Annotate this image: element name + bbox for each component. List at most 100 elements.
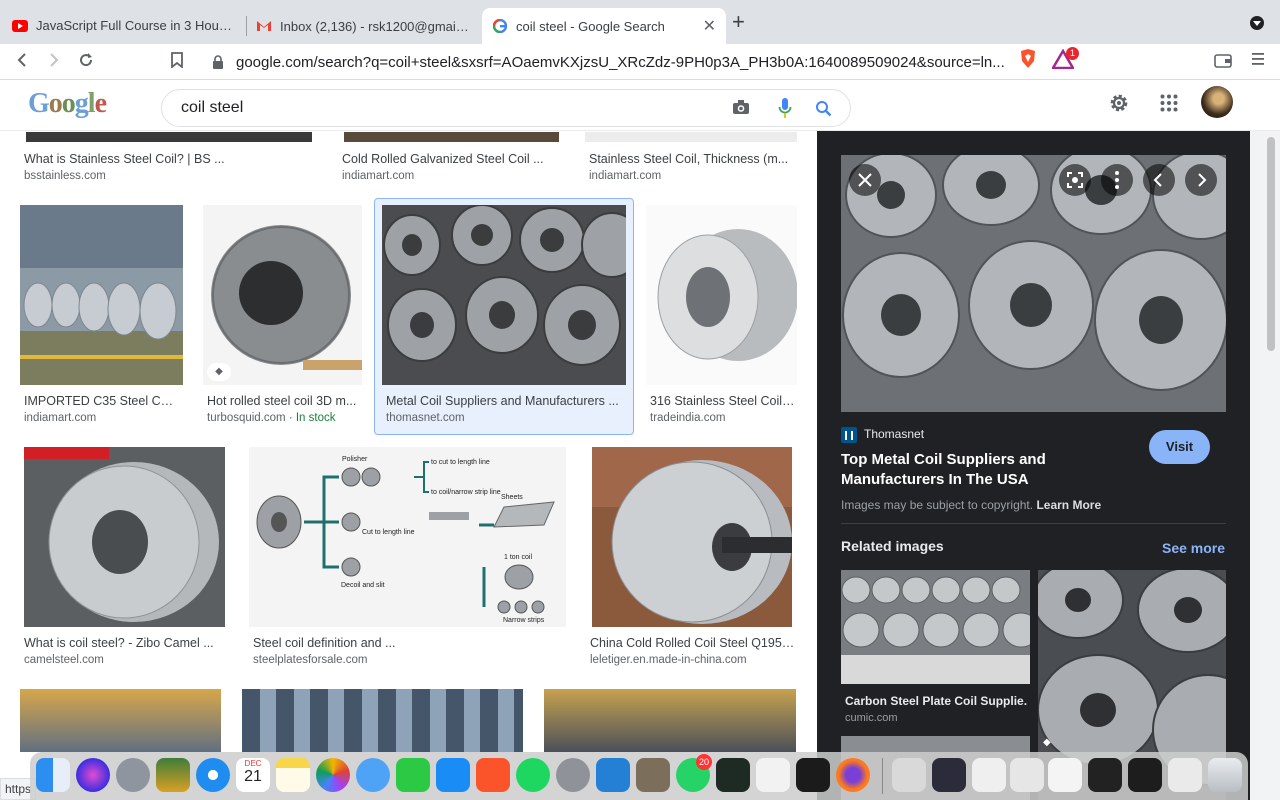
finder-icon[interactable] <box>36 758 70 792</box>
vscode-icon[interactable] <box>596 758 630 792</box>
menu-icon[interactable] <box>1252 51 1264 72</box>
back-icon[interactable] <box>14 52 30 72</box>
result-image[interactable] <box>242 689 523 752</box>
apps-grid-icon[interactable] <box>1160 94 1178 117</box>
reload-icon[interactable] <box>78 52 94 72</box>
textedit-icon[interactable] <box>756 758 790 792</box>
diagram-label: Cut to length line <box>362 529 415 536</box>
brave-rewards-icon[interactable]: 1 <box>1050 47 1080 71</box>
result-image[interactable] <box>592 447 792 627</box>
address-bar[interactable]: google.com/search?q=coil+steel&sxsrf=AOa… <box>200 47 1012 77</box>
result-image[interactable] <box>20 689 221 752</box>
bookmark-icon[interactable] <box>170 52 184 72</box>
result-caption[interactable]: Steel coil definition and ... <box>253 636 563 650</box>
tab-google-search[interactable]: coil steel - Google Search ✕ <box>482 8 726 44</box>
search-box[interactable]: coil steel <box>161 89 851 127</box>
tab-search-icon[interactable] <box>1250 16 1264 30</box>
diagram-label: to cut to length line <box>431 459 490 466</box>
image-results: What is Stainless Steel Coil? | BS ... b… <box>0 132 817 752</box>
photos-icon[interactable] <box>316 758 350 792</box>
result-caption[interactable]: Cold Rolled Galvanized Steel Coil ... <box>342 152 562 166</box>
result-caption[interactable]: What is Stainless Steel Coil? | BS ... <box>24 152 314 166</box>
result-caption[interactable]: IMPORTED C35 Steel Coil, ... <box>24 394 180 408</box>
gimp-icon[interactable] <box>636 758 670 792</box>
new-tab-icon[interactable]: + <box>732 10 745 34</box>
siri-icon[interactable] <box>76 758 110 792</box>
microphone-icon[interactable] <box>778 97 792 124</box>
result-image[interactable]: Polisher to cut to length line to coil/n… <box>249 447 566 627</box>
result-image[interactable] <box>344 132 559 142</box>
spotify-icon[interactable] <box>516 758 550 792</box>
activity-monitor-icon[interactable] <box>716 758 750 792</box>
trash-icon[interactable] <box>1208 758 1242 792</box>
camera-search-icon[interactable] <box>732 99 750 120</box>
terminal-icon[interactable] <box>796 758 830 792</box>
scrollbar-thumb[interactable] <box>1267 137 1275 351</box>
safari-icon[interactable] <box>196 758 230 792</box>
result-source: thomasnet.com <box>386 412 465 424</box>
panel-title[interactable]: Top Metal Coil Suppliers and Manufacture… <box>841 450 1141 490</box>
firefox-icon[interactable] <box>836 758 870 792</box>
minimized-window-3[interactable] <box>972 758 1006 792</box>
minimized-window-5[interactable] <box>1048 758 1082 792</box>
result-image[interactable] <box>20 205 183 385</box>
settings-gear-icon[interactable] <box>1108 92 1130 119</box>
visit-button[interactable]: Visit <box>1149 430 1210 464</box>
minimized-window-4[interactable] <box>1010 758 1044 792</box>
search-input[interactable]: coil steel <box>181 99 243 117</box>
result-image[interactable]: ◆ <box>203 205 362 385</box>
more-options-icon[interactable] <box>1101 164 1133 196</box>
lens-search-icon[interactable] <box>1059 164 1091 196</box>
next-image-icon[interactable] <box>1185 164 1217 196</box>
see-more-link[interactable]: See more <box>1162 540 1225 556</box>
google-doodle-logo[interactable]: Google <box>28 88 107 120</box>
brave-browser-icon[interactable] <box>476 758 510 792</box>
tab-gmail[interactable]: Inbox (2,136) - rsk1200@gmail.com <box>246 8 480 44</box>
result-source: turbosquid.com · In stock <box>207 412 336 424</box>
app-store-icon[interactable] <box>436 758 470 792</box>
facetime-icon[interactable] <box>396 758 430 792</box>
system-preferences-icon[interactable] <box>556 758 590 792</box>
close-tab-icon[interactable]: ✕ <box>703 16 716 36</box>
learn-more-link[interactable]: Learn More <box>1036 498 1101 512</box>
result-caption[interactable]: China Cold Rolled Coil Steel Q195 ... <box>590 636 795 650</box>
result-image[interactable] <box>24 447 225 627</box>
result-image[interactable] <box>26 132 312 142</box>
minimized-window-2[interactable] <box>932 758 966 792</box>
mission-control-icon[interactable] <box>156 758 190 792</box>
result-image[interactable] <box>544 689 796 752</box>
result-source: camelsteel.com <box>24 654 104 666</box>
tab-youtube[interactable]: JavaScript Full Course in 3 Hours 🔥 <box>2 8 246 44</box>
calendar-day: 21 <box>244 768 262 785</box>
brave-shield-icon[interactable] <box>1018 48 1038 70</box>
result-caption[interactable]: Stainless Steel Coil, Thickness (m... <box>589 152 799 166</box>
account-avatar[interactable] <box>1201 86 1233 118</box>
forward-icon[interactable] <box>46 52 62 72</box>
page-scrollbar[interactable] <box>1250 131 1280 800</box>
related-image[interactable] <box>841 570 1030 684</box>
result-caption[interactable]: Metal Coil Suppliers and Manufacturers .… <box>386 394 622 408</box>
result-caption[interactable]: 316 Stainless Steel Coil ... <box>650 394 795 408</box>
result-image[interactable] <box>382 205 626 385</box>
result-image[interactable] <box>646 205 797 385</box>
close-panel-icon[interactable] <box>849 164 881 196</box>
related-caption[interactable]: Carbon Steel Plate Coil Supplie... <box>845 694 1027 708</box>
thomasnet-favicon <box>841 427 857 443</box>
diagram-label: Narrow strips <box>503 617 545 624</box>
result-caption[interactable]: What is coil steel? - Zibo Camel ... <box>24 636 222 650</box>
minimized-window-1[interactable] <box>892 758 926 792</box>
wallet-icon[interactable] <box>1214 52 1232 73</box>
result-caption[interactable]: Hot rolled steel coil 3D m... <box>207 394 357 408</box>
site-name[interactable]: Thomasnet <box>864 427 924 441</box>
minimized-window-7[interactable] <box>1128 758 1162 792</box>
whatsapp-icon[interactable]: 20 <box>676 754 712 792</box>
search-icon[interactable] <box>815 100 832 122</box>
launchpad-icon[interactable] <box>116 758 150 792</box>
messages-icon[interactable] <box>356 758 390 792</box>
calendar-icon[interactable]: DEC 21 <box>236 758 270 792</box>
result-image[interactable] <box>585 132 797 142</box>
notes-icon[interactable] <box>276 758 310 792</box>
previous-image-icon[interactable] <box>1143 164 1175 196</box>
minimized-window-6[interactable] <box>1088 758 1122 792</box>
minimized-window-8[interactable] <box>1168 758 1202 792</box>
